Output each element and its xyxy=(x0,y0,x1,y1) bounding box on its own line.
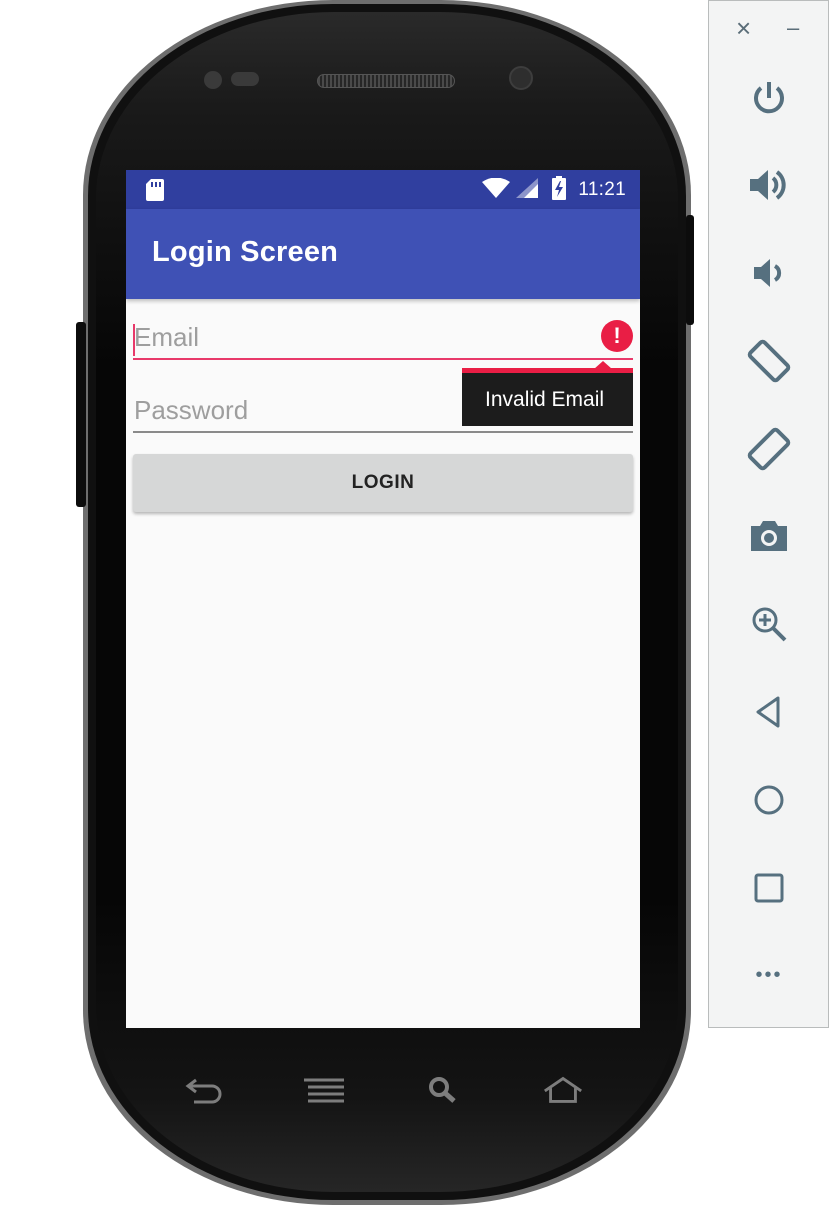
password-underline xyxy=(133,431,633,433)
wifi-icon xyxy=(482,177,511,203)
app-title: Login Screen xyxy=(152,236,339,268)
back-button[interactable] xyxy=(729,682,809,742)
password-placeholder: Password xyxy=(134,395,249,425)
volume-up-icon xyxy=(750,170,786,200)
battery-charging-icon xyxy=(552,175,567,205)
email-placeholder: Email xyxy=(134,322,200,352)
error-tooltip-text: Invalid Email xyxy=(462,373,633,426)
home-circle-icon xyxy=(754,785,784,815)
zoom-in-icon xyxy=(752,607,787,642)
menu-lines-icon xyxy=(304,1078,344,1103)
overview-button[interactable] xyxy=(729,858,809,918)
front-camera xyxy=(509,66,533,90)
sd-card-icon xyxy=(146,179,164,206)
login-button[interactable]: LOGIN xyxy=(133,454,633,512)
volume-down-button[interactable] xyxy=(729,243,809,303)
hw-search-key[interactable] xyxy=(422,1070,466,1110)
camera-icon xyxy=(751,521,787,551)
panel-window-controls: × – xyxy=(709,13,828,47)
email-error-icon[interactable]: ! xyxy=(601,320,633,352)
screenshot-button[interactable] xyxy=(729,506,809,566)
home-icon xyxy=(544,1076,582,1103)
status-clock: 11:21 xyxy=(578,179,626,200)
power-button[interactable] xyxy=(729,68,809,128)
rotate-left-button[interactable] xyxy=(729,331,809,391)
email-underline xyxy=(133,358,633,360)
light-sensor xyxy=(231,72,259,86)
emulator-side-panel: × – ••• xyxy=(708,0,829,1028)
more-button[interactable]: ••• xyxy=(729,945,809,1005)
hw-menu-key[interactable] xyxy=(302,1070,346,1110)
close-button[interactable]: × xyxy=(736,13,751,44)
more-dots-icon: ••• xyxy=(755,963,783,986)
error-popup: Invalid Email xyxy=(462,361,633,426)
email-field[interactable]: Email ! xyxy=(133,310,633,360)
back-triangle-icon xyxy=(756,696,780,728)
minimize-button[interactable]: – xyxy=(787,15,799,41)
power-icon xyxy=(754,82,784,114)
back-arrow-icon xyxy=(185,1078,222,1104)
phone-side-button-left xyxy=(76,322,86,507)
search-icon xyxy=(429,1077,456,1103)
earpiece-speaker xyxy=(317,74,455,88)
proximity-sensor xyxy=(204,71,222,89)
app-bar: Login Screen xyxy=(126,209,640,299)
zoom-button[interactable] xyxy=(729,594,809,654)
rotate-right-button[interactable] xyxy=(729,419,809,479)
rotate-right-icon xyxy=(747,427,791,471)
hw-back-key[interactable] xyxy=(182,1070,226,1110)
volume-down-icon xyxy=(754,259,782,287)
overview-square-icon xyxy=(754,873,784,903)
device-screen: 11:21 Login Screen Email ! Password Inva… xyxy=(126,170,640,1028)
status-bar: 11:21 xyxy=(126,170,640,209)
cell-signal-icon xyxy=(516,177,539,203)
volume-up-button[interactable] xyxy=(729,155,809,215)
rotate-left-icon xyxy=(747,339,791,383)
home-button[interactable] xyxy=(729,770,809,830)
hw-home-key[interactable] xyxy=(541,1070,585,1110)
phone-side-button-right xyxy=(686,215,694,325)
